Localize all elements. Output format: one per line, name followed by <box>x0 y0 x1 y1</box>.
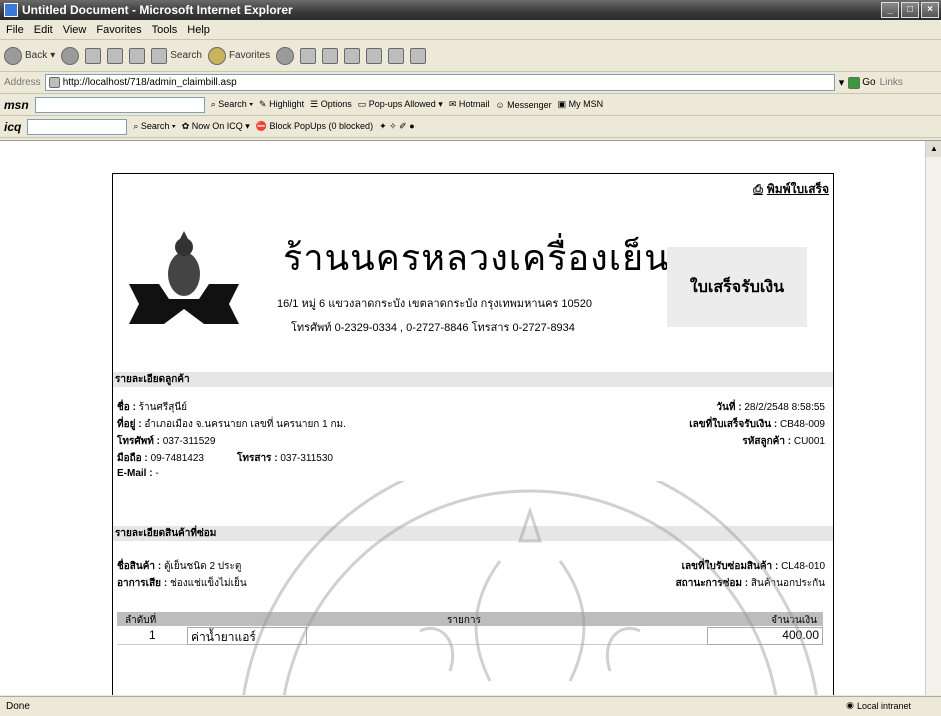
shop-phone: โทรศัพท์ 0-2329-0334 , 0-2727-8846 โทรสา… <box>291 322 575 334</box>
minimize-icon[interactable]: _ <box>881 2 899 18</box>
history-icon[interactable] <box>276 46 295 65</box>
icq-search-input[interactable] <box>27 118 128 135</box>
product-name: ชื่อสินค้า : ตู้เย็นชนิด 2 ประตู <box>117 561 242 572</box>
page-viewport[interactable]: ⎙ พิมพ์ใบเสร็จ ร้านนครหลวงเครื่องเย็น 16… <box>0 140 941 695</box>
receipt-document: ⎙ พิมพ์ใบเสร็จ ร้านนครหลวงเครื่องเย็น 16… <box>112 173 834 695</box>
row-no: 1 <box>149 628 156 642</box>
receipt-number: เลขที่ใบเสร็จรับเงิน : CB48-009 <box>689 419 825 430</box>
msn-search-input[interactable] <box>34 96 205 113</box>
mail-icon[interactable] <box>300 47 317 64</box>
shop-name: ร้านนครหลวงเครื่องเย็น <box>283 238 670 279</box>
standard-toolbar: Back ▾ Search Favorites <box>0 40 941 72</box>
col-amount: จำนวนเงิน <box>771 615 817 626</box>
items-table-header: ลำดับที่ รายการ จำนวนเงิน <box>117 612 823 626</box>
highlight-button[interactable]: ✎ Highlight <box>259 99 304 110</box>
address-bar: Address http://localhost/718/admin_claim… <box>0 72 941 94</box>
address-dropdown-icon[interactable]: ▾ <box>839 76 845 89</box>
customer-address: ที่อยู่ : อำเภอเมือง จ.นครนายก เลขที่ นค… <box>117 419 346 430</box>
links-label[interactable]: Links <box>880 77 903 88</box>
menu-tools[interactable]: Tools <box>152 24 178 36</box>
msn-toolbar: msn ⌕ Search ▾ ✎ Highlight ☰ Options ▭ P… <box>0 94 941 116</box>
customer-mobile: มือถือ : 09-7481423 <box>117 453 204 464</box>
product-section-title: รายละเอียดสินค้าที่ซ่อม <box>113 526 833 541</box>
my-msn-button[interactable]: ▣ My MSN <box>558 99 604 110</box>
repair-number: เลขที่ใบรับซ่อมสินค้า : CL48-010 <box>681 561 825 572</box>
ie-app-icon <box>4 3 18 17</box>
go-button[interactable]: Go <box>848 76 876 89</box>
refresh-icon[interactable] <box>107 47 124 64</box>
menu-view[interactable]: View <box>63 24 87 36</box>
print-icon[interactable] <box>322 47 339 64</box>
customer-code: รหัสลูกค้า : CU001 <box>742 436 825 447</box>
menu-edit[interactable]: Edit <box>34 24 53 36</box>
scroll-up-icon[interactable]: ▲ <box>926 141 941 157</box>
customer-tel: โทรศัพท์ : 037-311529 <box>117 436 216 447</box>
col-item: รายการ <box>447 615 481 626</box>
edit-icon[interactable] <box>344 47 361 64</box>
menu-favorites[interactable]: Favorites <box>96 24 141 36</box>
options-button[interactable]: ☰ Options <box>310 99 352 110</box>
favorites-button[interactable]: Favorites <box>207 46 270 65</box>
col-no: ลำดับที่ <box>125 615 157 626</box>
row-amount: 400.00 <box>782 628 819 642</box>
ie-window: Untitled Document - Microsoft Internet E… <box>0 0 941 716</box>
now-on-icq-button[interactable]: ✿ Now On ICQ ▾ <box>182 121 250 132</box>
icq-logo: icq <box>4 119 22 134</box>
table-row: 1 ค่าน้ำยาแอร์ 400.00 <box>117 627 823 645</box>
search-icon <box>151 47 168 64</box>
forward-arrow-icon[interactable] <box>61 46 80 65</box>
status-bar: Done ◉ Local intranet <box>0 696 941 716</box>
menu-bar: File Edit View Favorites Tools Help <box>0 20 941 40</box>
icq-toolbar: icq ⌕ Search ▾ ✿ Now On ICQ ▾ ⛔ Block Po… <box>0 116 941 138</box>
menu-help[interactable]: Help <box>187 24 210 36</box>
window-controls: _ □ × <box>881 2 939 18</box>
favorites-star-icon <box>207 46 226 65</box>
messenger-icon[interactable] <box>410 47 427 64</box>
discuss-icon[interactable] <box>366 47 383 64</box>
search-button[interactable]: Search <box>151 47 202 64</box>
customer-fax: โทรสาร : 037-311530 <box>237 453 333 464</box>
back-button[interactable]: Back ▾ <box>4 46 55 65</box>
intranet-icon: ◉ <box>846 700 854 710</box>
vertical-scrollbar[interactable]: ▲ <box>925 141 941 695</box>
msn-logo: msn <box>4 97 29 112</box>
research-icon[interactable] <box>388 47 405 64</box>
status-text: Done <box>6 701 30 712</box>
maximize-icon[interactable]: □ <box>901 2 919 18</box>
shop-address: 16/1 หมู่ 6 แขวงลาดกระบัง เขตลาดกระบัง ก… <box>277 298 592 310</box>
hotmail-button[interactable]: ✉ Hotmail <box>449 99 490 110</box>
receipt-title: ใบเสร็จรับเงิน <box>667 247 807 327</box>
popups-button[interactable]: ▭ Pop-ups Allowed ▾ <box>358 99 443 110</box>
go-arrow-icon <box>848 76 861 89</box>
icq-search-button[interactable]: ⌕ Search ▾ <box>133 121 175 132</box>
repair-status: สถานะการซ่อม : สินค้านอกประกัน <box>675 578 825 589</box>
address-input[interactable]: http://localhost/718/admin_claimbill.asp <box>44 74 835 91</box>
window-title: Untitled Document - Microsoft Internet E… <box>22 3 293 17</box>
page-icon <box>48 77 60 88</box>
title-bar: Untitled Document - Microsoft Internet E… <box>0 0 941 20</box>
receipt-date: วันที่ : 28/2/2548 8:58:55 <box>716 402 825 413</box>
messenger-button[interactable]: ☺ Messenger <box>495 100 551 110</box>
menu-file[interactable]: File <box>6 24 24 36</box>
back-arrow-icon <box>4 46 22 65</box>
customer-name: ชื่อ : ร้านศรีสุนีย์ <box>117 402 188 413</box>
shop-logo <box>129 231 239 324</box>
security-zone: ◉ Local intranet <box>846 700 911 711</box>
row-item: ค่าน้ำยาแอร์ <box>191 630 256 644</box>
customer-email: E-Mail : - <box>117 468 159 479</box>
address-label: Address <box>4 77 41 88</box>
msn-search-button[interactable]: ⌕ Search ▾ <box>211 99 253 110</box>
home-icon[interactable] <box>129 47 146 64</box>
customer-section-title: รายละเอียดลูกค้า <box>113 372 833 387</box>
stop-icon[interactable] <box>85 47 102 64</box>
printer-icon: ⎙ <box>753 182 763 196</box>
product-symptom: อาการเสีย : ช่องแช่แข็งไม่เย็น <box>117 578 247 589</box>
close-icon[interactable]: × <box>921 2 939 18</box>
block-popups-button[interactable]: ⛔ Block PopUps (0 blocked) <box>256 121 373 132</box>
icq-extra-icons[interactable]: ✦ ✧ ✐ ● <box>379 121 415 132</box>
print-receipt-link[interactable]: ⎙ พิมพ์ใบเสร็จ <box>753 180 829 199</box>
